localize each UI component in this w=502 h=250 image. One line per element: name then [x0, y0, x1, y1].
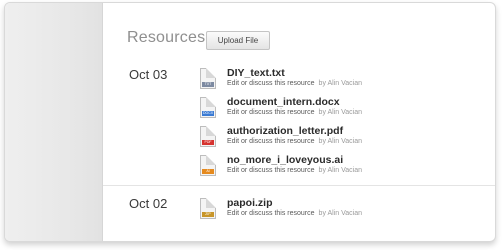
txt-file-icon: TXT: [200, 68, 216, 89]
author-label: by Alin Vacian: [318, 167, 362, 174]
file-meta: Edit or discuss this resource by Alin Vac…: [227, 138, 362, 145]
page-title: Resources: [127, 29, 206, 46]
file-name-link[interactable]: DIY_text.txt: [227, 67, 285, 79]
file-name-link[interactable]: no_more_i_loveyous.ai: [227, 154, 343, 166]
file-type-tag: DOCX: [202, 111, 214, 116]
file-type-tag: AI: [202, 169, 214, 174]
date-label: Oct 03: [129, 67, 168, 82]
group-divider: [103, 185, 495, 186]
ai-file-icon: AI: [200, 155, 216, 176]
file-name-link[interactable]: papoi.zip: [227, 197, 273, 209]
file-type-tag: TXT: [202, 82, 214, 87]
author-label: by Alin Vacian: [318, 138, 362, 145]
file-meta: Edit or discuss this resource by Alin Vac…: [227, 80, 362, 87]
resources-panel: Resources Upload File Oct 03 TXT DIY_tex…: [4, 2, 496, 242]
edit-discuss-link[interactable]: Edit or discuss this resource: [227, 210, 315, 217]
main-content: Resources Upload File Oct 03 TXT DIY_tex…: [103, 3, 495, 241]
file-type-tag: ZIP: [202, 212, 214, 217]
file-meta: Edit or discuss this resource by Alin Vac…: [227, 109, 362, 116]
file-name-link[interactable]: document_intern.docx: [227, 96, 340, 108]
file-meta: Edit or discuss this resource by Alin Vac…: [227, 210, 362, 217]
author-label: by Alin Vacian: [318, 210, 362, 217]
zip-file-icon: ZIP: [200, 198, 216, 219]
file-type-tag: PDF: [202, 140, 214, 145]
edit-discuss-link[interactable]: Edit or discuss this resource: [227, 109, 315, 116]
upload-file-button[interactable]: Upload File: [206, 31, 270, 50]
edit-discuss-link[interactable]: Edit or discuss this resource: [227, 80, 315, 87]
docx-file-icon: DOCX: [200, 97, 216, 118]
file-meta: Edit or discuss this resource by Alin Vac…: [227, 167, 362, 174]
file-name-link[interactable]: authorization_letter.pdf: [227, 125, 343, 137]
edit-discuss-link[interactable]: Edit or discuss this resource: [227, 138, 315, 145]
sidebar: [5, 3, 103, 241]
author-label: by Alin Vacian: [318, 109, 362, 116]
pdf-file-icon: PDF: [200, 126, 216, 147]
date-label: Oct 02: [129, 196, 168, 211]
edit-discuss-link[interactable]: Edit or discuss this resource: [227, 167, 315, 174]
author-label: by Alin Vacian: [318, 80, 362, 87]
